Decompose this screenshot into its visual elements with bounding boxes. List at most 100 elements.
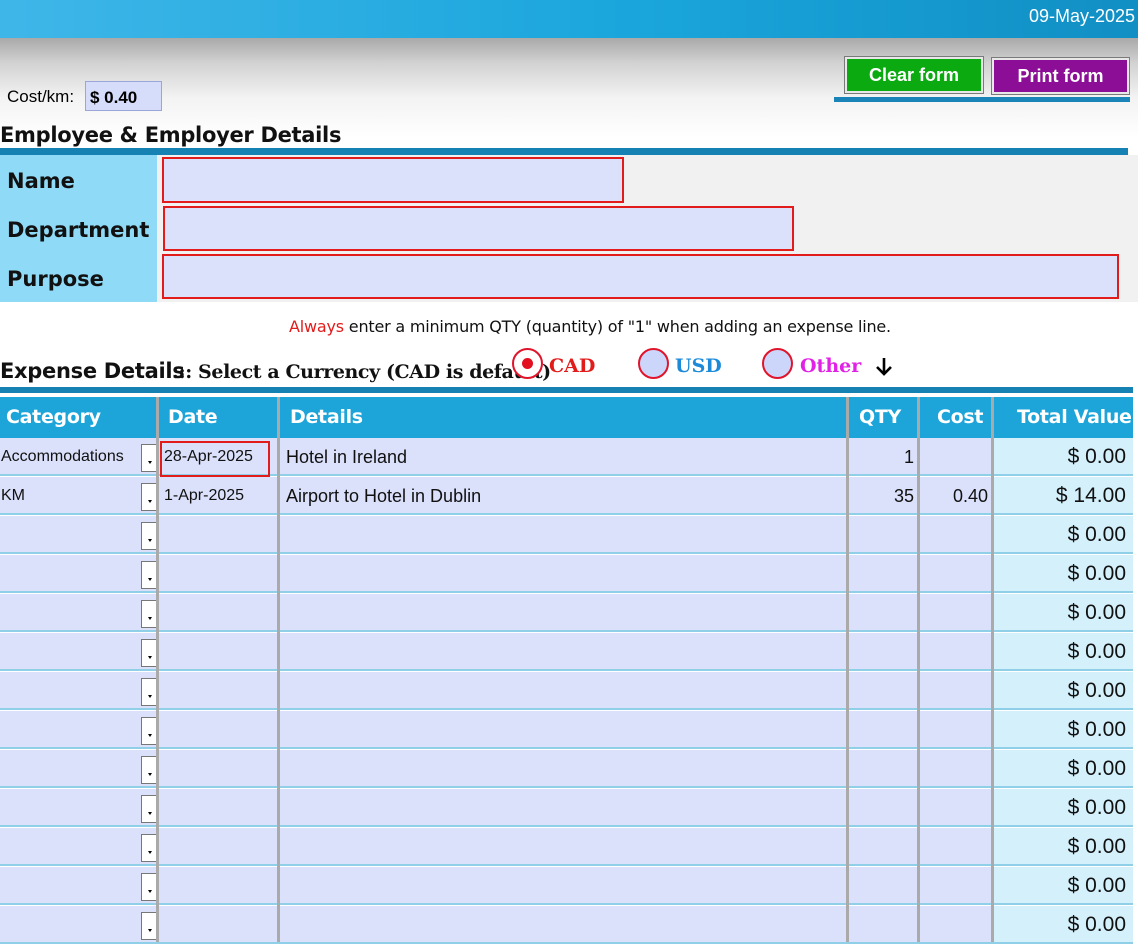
total-value-cell: $ 0.00 — [1067, 796, 1126, 819]
date-cell[interactable] — [164, 516, 270, 554]
qty-cell[interactable]: 1 — [850, 438, 914, 476]
details-cell[interactable] — [286, 867, 846, 905]
details-cell[interactable] — [286, 633, 846, 671]
details-cell[interactable] — [286, 750, 846, 788]
dropdown-arrow-icon — [148, 929, 152, 932]
cost-cell[interactable] — [922, 906, 988, 944]
details-cell[interactable]: Airport to Hotel in Dublin — [286, 477, 846, 515]
other-radio-label[interactable]: Other — [800, 355, 861, 377]
category-cell[interactable] — [0, 633, 140, 671]
purpose-field[interactable] — [162, 254, 1119, 299]
category-cell[interactable]: Accommodations — [0, 438, 140, 476]
details-cell[interactable] — [286, 906, 846, 944]
cost-cell[interactable] — [922, 750, 988, 788]
category-cell[interactable] — [0, 516, 140, 554]
category-cell[interactable]: KM — [0, 477, 140, 515]
cost-cell[interactable] — [922, 633, 988, 671]
date-cell[interactable] — [164, 750, 270, 788]
print-form-button[interactable]: Print form — [991, 57, 1130, 95]
category-cell[interactable] — [0, 789, 140, 827]
qty-cell[interactable] — [850, 516, 914, 554]
date-cell[interactable] — [164, 594, 270, 632]
name-field[interactable] — [162, 157, 624, 203]
qty-cell[interactable] — [850, 633, 914, 671]
dropdown-arrow-icon — [148, 539, 152, 542]
qty-cell[interactable] — [850, 750, 914, 788]
cost-cell[interactable] — [922, 672, 988, 710]
details-cell[interactable] — [286, 594, 846, 632]
date-cell[interactable] — [164, 711, 270, 749]
table-row: $ 0.00 — [0, 516, 1133, 554]
category-cell[interactable] — [0, 828, 140, 866]
dropdown-arrow-icon — [148, 578, 152, 581]
total-value-cell: $ 0.00 — [1067, 835, 1126, 858]
date-cell[interactable] — [164, 672, 270, 710]
qty-cell[interactable] — [850, 711, 914, 749]
date-cell[interactable] — [164, 867, 270, 905]
total-value-cell: $ 0.00 — [1067, 757, 1126, 780]
name-label: Name — [7, 169, 75, 193]
cost-cell[interactable] — [922, 789, 988, 827]
table-row: $ 0.00 — [0, 633, 1133, 671]
category-cell[interactable] — [0, 750, 140, 788]
cost-cell[interactable] — [922, 516, 988, 554]
cost-cell[interactable] — [922, 594, 988, 632]
qty-cell[interactable] — [850, 555, 914, 593]
cost-cell[interactable] — [922, 828, 988, 866]
usd-radio-label[interactable]: USD — [675, 355, 722, 377]
date-cell[interactable]: 1-Apr-2025 — [164, 477, 270, 515]
date-cell[interactable] — [164, 906, 270, 944]
details-cell[interactable] — [286, 789, 846, 827]
details-cell[interactable] — [286, 711, 846, 749]
qty-cell[interactable] — [850, 867, 914, 905]
category-cell[interactable] — [0, 906, 140, 944]
cost-cell[interactable] — [922, 555, 988, 593]
details-cell[interactable] — [286, 516, 846, 554]
department-field[interactable] — [163, 206, 794, 251]
total-value-cell: $ 0.00 — [1067, 523, 1126, 546]
qty-cell[interactable]: 35 — [850, 477, 914, 515]
category-cell[interactable] — [0, 555, 140, 593]
category-cell[interactable] — [0, 672, 140, 710]
other-radio[interactable] — [762, 348, 793, 379]
cost-cell[interactable]: 0.40 — [922, 477, 988, 515]
category-cell[interactable] — [0, 711, 140, 749]
cad-radio[interactable] — [512, 348, 543, 379]
cost-per-km-value[interactable]: $ 0.40 — [85, 81, 162, 111]
details-cell[interactable] — [286, 672, 846, 710]
expense-table-header: Category Date Details QTY Cost Total Val… — [0, 397, 1133, 438]
dropdown-arrow-icon — [148, 461, 152, 464]
qty-cell[interactable] — [850, 906, 914, 944]
qty-cell[interactable] — [850, 672, 914, 710]
cost-cell[interactable] — [922, 867, 988, 905]
date-cell[interactable] — [164, 633, 270, 671]
details-cell[interactable] — [286, 828, 846, 866]
qty-cell[interactable] — [850, 828, 914, 866]
clear-form-button[interactable]: Clear form — [844, 56, 984, 94]
category-cell[interactable] — [0, 594, 140, 632]
cad-radio-label[interactable]: CAD — [549, 355, 595, 377]
category-cell[interactable] — [0, 867, 140, 905]
cost-cell[interactable] — [922, 438, 988, 476]
toolbar-underline — [834, 97, 1130, 102]
date-cell[interactable] — [164, 828, 270, 866]
column-divider — [917, 397, 920, 942]
table-row: $ 0.00 — [0, 828, 1133, 866]
dropdown-arrow-icon — [148, 890, 152, 893]
qty-cell[interactable] — [850, 789, 914, 827]
table-row: $ 0.00 — [0, 711, 1133, 749]
date-cell[interactable] — [164, 555, 270, 593]
column-divider — [156, 397, 159, 942]
section-divider — [0, 387, 1133, 393]
cost-cell[interactable] — [922, 711, 988, 749]
date-cell[interactable] — [164, 789, 270, 827]
qty-cell[interactable] — [850, 594, 914, 632]
total-value-cell: $ 0.00 — [1067, 913, 1126, 936]
details-cell[interactable]: Hotel in Ireland — [286, 438, 846, 476]
column-header-total: Total Value — [1017, 406, 1132, 428]
details-cell[interactable] — [286, 555, 846, 593]
total-value-cell: $ 0.00 — [1067, 562, 1126, 585]
table-row: $ 0.00 — [0, 594, 1133, 632]
usd-radio[interactable] — [638, 348, 669, 379]
table-row: $ 0.00 — [0, 555, 1133, 593]
